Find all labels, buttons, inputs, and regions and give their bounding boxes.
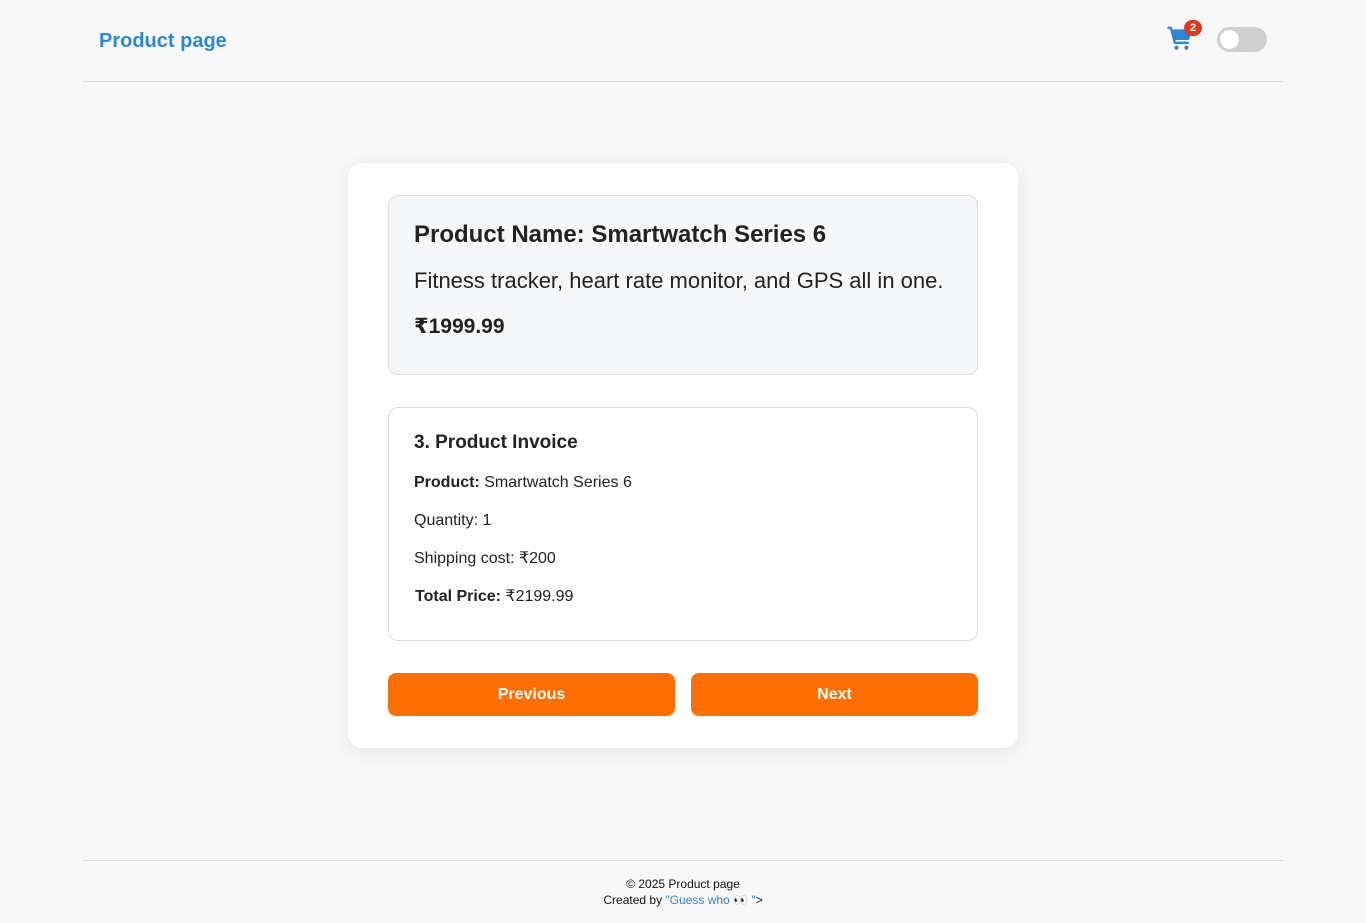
cart-button[interactable]: 2 bbox=[1166, 20, 1202, 54]
invoice-section: 3. Product Invoice Product: Smartwatch S… bbox=[388, 407, 978, 641]
invoice-product-label: Product: bbox=[414, 474, 480, 491]
next-button[interactable]: Next bbox=[691, 673, 978, 716]
invoice-total-label: Total Price: bbox=[415, 588, 501, 605]
invoice-total-line: Total Price: ₹2199.99 bbox=[415, 587, 573, 607]
invoice-product-value: Smartwatch Series 6 bbox=[484, 474, 632, 491]
product-summary: Product Name: Smartwatch Series 6 Fitnes… bbox=[388, 195, 978, 375]
footer-credit: Created by "Guess who 👀 "> bbox=[83, 893, 1283, 908]
footer-credit-prefix: Created by bbox=[603, 893, 663, 907]
cart-count-badge: 2 bbox=[1184, 20, 1202, 36]
product-price: ₹1999.99 bbox=[414, 315, 505, 338]
product-description: Fitness tracker, heart rate monitor, and… bbox=[414, 268, 944, 293]
previous-button[interactable]: Previous bbox=[388, 673, 675, 716]
theme-toggle[interactable] bbox=[1217, 27, 1267, 52]
footer-credit-link[interactable]: "Guess who 👀 " bbox=[665, 893, 755, 907]
invoice-quantity: Quantity: 1 bbox=[414, 512, 492, 529]
toggle-knob bbox=[1220, 30, 1239, 49]
site-footer: © 2025 Product page Created by "Guess wh… bbox=[83, 860, 1283, 923]
checkout-card: Product Name: Smartwatch Series 6 Fitnes… bbox=[348, 163, 1018, 748]
invoice-product-line: Product: Smartwatch Series 6 bbox=[414, 473, 632, 493]
product-name: Product Name: Smartwatch Series 6 bbox=[414, 221, 827, 248]
site-header: Product page 2 bbox=[83, 0, 1283, 82]
brand-link[interactable]: Product page bbox=[99, 29, 227, 53]
invoice-title: 3. Product Invoice bbox=[414, 432, 578, 453]
footer-copyright: © 2025 Product page bbox=[626, 877, 740, 891]
page: Product page 2 Product Name: Smartwatch … bbox=[0, 0, 1366, 923]
footer-credit-suffix: > bbox=[755, 893, 763, 907]
invoice-shipping: Shipping cost: ₹200 bbox=[414, 550, 556, 567]
invoice-total-value: ₹2199.99 bbox=[505, 588, 574, 605]
